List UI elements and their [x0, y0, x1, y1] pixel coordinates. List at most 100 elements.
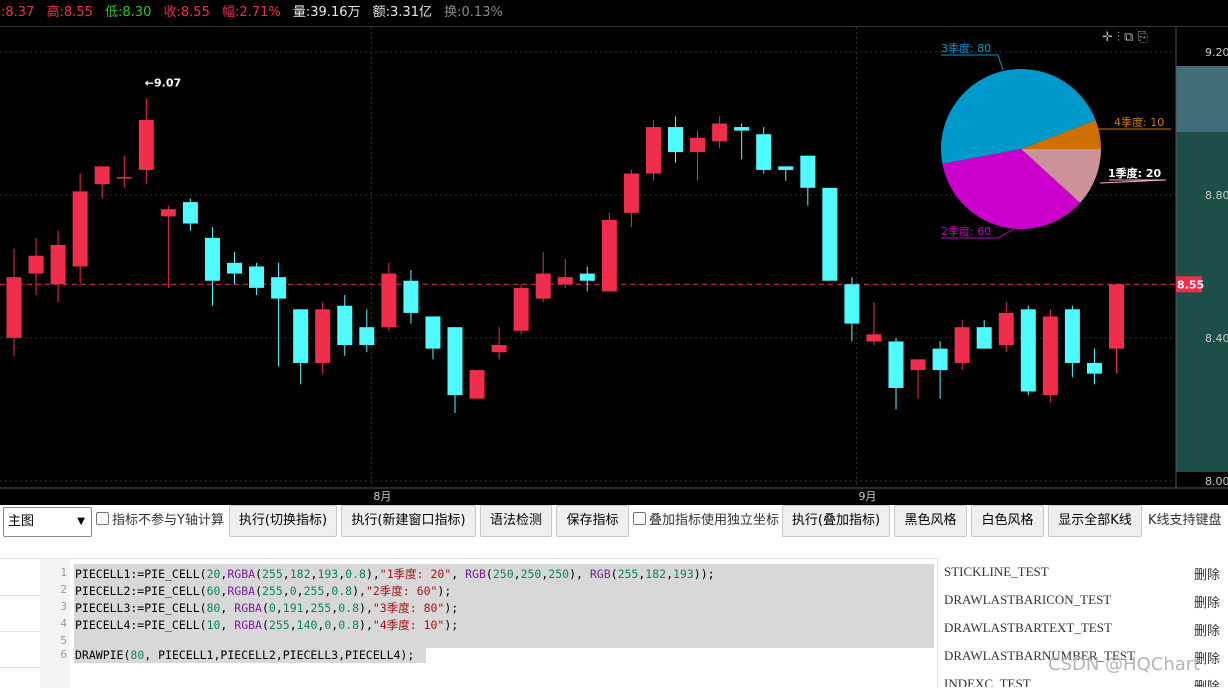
overlay-icon[interactable]: ⧉ — [1124, 30, 1137, 45]
code-token: 140 — [296, 618, 318, 632]
candle-body — [249, 266, 265, 288]
line-number: 3 — [60, 600, 67, 613]
kline-chart[interactable]: 9.20 8.80 8.40 8.00 8月 9月 8.55 ←9.07 1季度: 20 2季度:… — [0, 0, 1228, 505]
code-token: ( — [261, 618, 269, 632]
y-axis-tick-label: 8.80 — [1205, 189, 1228, 202]
code-token: 182 — [645, 567, 667, 581]
overlay-indicator-button[interactable]: 执行(叠加指标) — [782, 505, 890, 537]
code-token: 255 — [617, 567, 639, 581]
code-token: 250 — [520, 567, 542, 581]
script-name: DRAWLASTBARTEXT_TEST — [944, 620, 1112, 635]
code-token: , — [296, 584, 304, 598]
script-list-item[interactable]: DRAWLASTBARICON_TEST 删除 — [944, 592, 1226, 611]
quote-low: 低:8.30 — [105, 5, 152, 20]
script-name: DRAWLASTBARICON_TEST — [944, 592, 1112, 607]
switch-indicator-button[interactable]: 执行(切换指标) — [229, 505, 337, 537]
code-token: 0 — [289, 584, 297, 598]
candle-body — [447, 327, 463, 396]
code-token: , — [289, 618, 297, 632]
code-editor[interactable]: 1 2 3 4 5 6 PIECELL1:=PIE_CELL(20,RGBA(2… — [0, 558, 936, 688]
code-token: DRAWPIE( — [75, 648, 131, 662]
kline-chart-panel[interactable]: 9.20 8.80 8.40 8.00 8月 9月 8.55 ←9.07 1季度: 20 2季度:… — [0, 0, 1228, 505]
y-axis-tick-label: 8.40 — [1205, 332, 1228, 345]
code-token: ); — [437, 584, 452, 598]
candle-body — [72, 191, 88, 267]
candle-body — [271, 277, 287, 299]
code-token: ), — [569, 567, 590, 581]
candle-body — [1064, 309, 1080, 363]
code-token: 255 — [262, 567, 283, 581]
code-token: , — [275, 601, 283, 615]
delete-link[interactable]: 删除 — [1194, 620, 1220, 639]
candle-body — [227, 262, 242, 274]
candle-body — [138, 119, 154, 170]
editor-side-panel — [0, 559, 41, 688]
exclude-y-axis-label: 指标不参与Y轴计算 — [112, 513, 224, 528]
code-token: 250 — [492, 567, 514, 581]
crosshair-icon[interactable]: ✛ — [1102, 30, 1117, 45]
code-token: "4季度: 10" — [372, 618, 445, 632]
candle-body — [645, 127, 661, 174]
y-axis-tick-label: 9.20 — [1205, 46, 1228, 59]
candle-body — [381, 273, 397, 328]
overlay-independent-axis-checkbox[interactable]: 叠加指标使用独立坐标 — [633, 505, 779, 537]
candle-body — [623, 173, 639, 213]
copy-icon[interactable]: ⎘ — [1137, 30, 1151, 45]
candle-body — [204, 237, 220, 281]
indicator-toolbar: 主图 ▼ 指标不参与Y轴计算 执行(切换指标) 执行(新建窗口指标) 语法检测 … — [0, 505, 1228, 539]
candle-body — [601, 219, 617, 292]
code-token: ( — [255, 584, 262, 598]
code-token: RGB — [465, 567, 486, 581]
code-token: 0.8 — [331, 584, 353, 598]
delete-link[interactable]: 删除 — [1194, 564, 1220, 583]
code-token: , — [282, 584, 290, 598]
candle-body — [160, 209, 176, 217]
candle-body — [888, 341, 904, 388]
save-indicator-button[interactable]: 保存指标 — [556, 505, 629, 537]
code-token: 255 — [262, 584, 283, 598]
script-list-item[interactable]: STICKLINE_TEST 删除 — [944, 564, 1226, 583]
code-token: 250 — [548, 567, 570, 581]
line-number: 4 — [60, 617, 67, 630]
delete-link[interactable]: 删除 — [1194, 676, 1220, 687]
code-token: , — [282, 567, 290, 581]
new-window-indicator-button[interactable]: 执行(新建窗口指标) — [341, 505, 476, 537]
syntax-check-button[interactable]: 语法检测 — [480, 505, 552, 537]
code-token: PIECELL1:=PIE_CELL( — [75, 567, 207, 581]
quote-bar: 开:8.37 高:8.55 低:8.30 收:8.55 幅:2.71% 量:39… — [0, 0, 1228, 27]
code-token: 191 — [282, 601, 304, 615]
candle-body — [359, 327, 375, 346]
exclude-y-axis-checkbox[interactable]: 指标不参与Y轴计算 — [96, 505, 224, 537]
candle-body — [734, 127, 750, 131]
code-token: , — [220, 601, 235, 615]
delete-link[interactable]: 删除 — [1194, 592, 1220, 611]
code-line: DRAWPIE(80, PIECELL1,PIECELL2,PIECELL3,P… — [75, 648, 414, 662]
code-token: "1季度: 20" — [379, 567, 452, 581]
script-list-item[interactable]: INDEXC_TEST 删除 — [944, 676, 1226, 687]
code-token: "3季度: 80" — [372, 601, 445, 615]
keyboard-support-note: K线支持键盘 — [1148, 513, 1222, 528]
high-price-marker: ←9.07 — [145, 76, 181, 89]
candle-body — [469, 370, 485, 399]
divider — [0, 667, 40, 668]
black-style-button[interactable]: 黑色风格 — [894, 505, 967, 537]
candle-body — [932, 348, 948, 371]
window-select[interactable]: 主图 ▼ — [3, 507, 92, 537]
candle-body — [425, 316, 441, 349]
code-token: ); — [444, 601, 459, 615]
script-list-item[interactable]: DRAWLASTBARTEXT_TEST 删除 — [944, 620, 1226, 639]
white-style-button[interactable]: 白色风格 — [971, 505, 1044, 537]
checkbox-icon — [633, 512, 646, 525]
code-token: PIECELL2:=PIE_CELL( — [75, 584, 207, 598]
candle-body — [337, 305, 353, 346]
pie-slice-label: 2季度: 60 — [941, 224, 991, 238]
show-all-kline-button[interactable]: 显示全部K线 — [1048, 505, 1142, 537]
candle-body — [6, 277, 22, 338]
candle-body — [491, 345, 507, 353]
quote-amount: 额:3.31亿 — [372, 5, 432, 20]
window-select-value: 主图 — [8, 514, 35, 529]
code-line: PIECELL1:=PIE_CELL(20,RGBA(255,182,193,0… — [75, 566, 715, 582]
candle-body — [756, 134, 772, 170]
code-text-area[interactable]: PIECELL1:=PIE_CELL(20,RGBA(255,182,193,0… — [70, 559, 936, 688]
code-token: 0.8 — [345, 567, 366, 581]
